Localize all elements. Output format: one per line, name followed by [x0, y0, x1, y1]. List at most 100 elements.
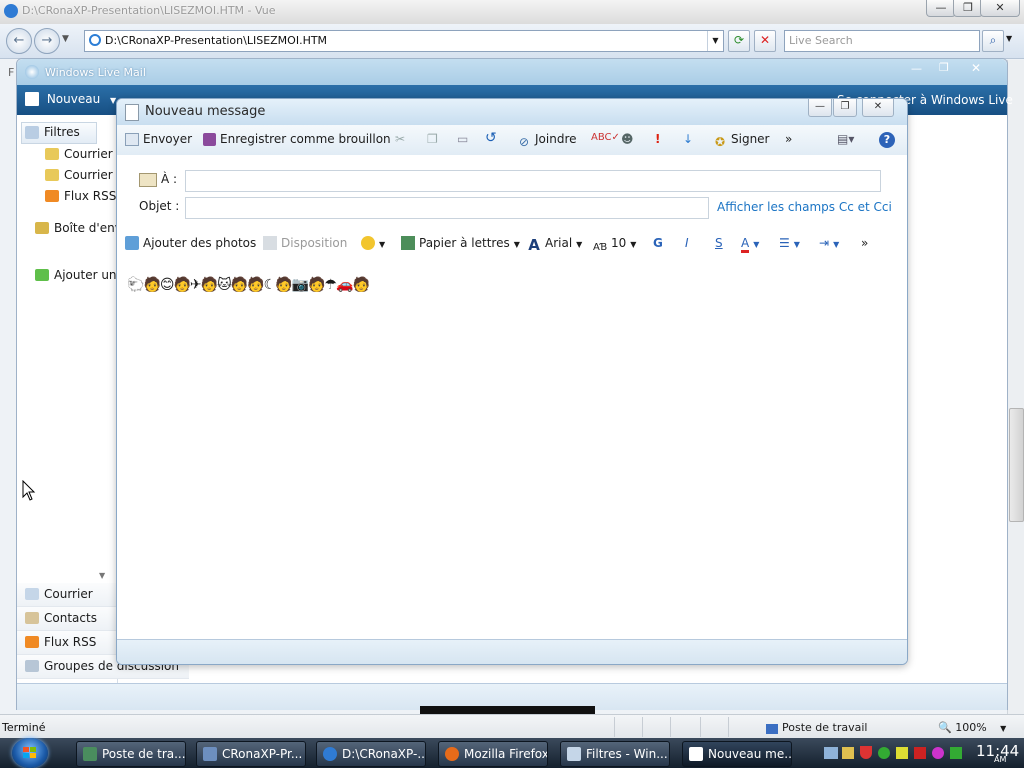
taskbar-item-cronaxp[interactable]: CRonaXP-Pr... — [196, 741, 306, 767]
network-icon[interactable] — [896, 747, 908, 759]
update-icon[interactable] — [878, 747, 890, 759]
umbrella-icon: ☂ — [324, 277, 337, 293]
taskbar-item-filtres[interactable]: Filtres - Win... — [560, 741, 670, 767]
subject-field[interactable] — [185, 197, 716, 219]
message-body[interactable]: 🐑🧑😊🧑✈🧑🐱🧑🧑☾🧑📷🧑☂🚗🧑 — [117, 259, 907, 639]
list-icon: ☰ — [779, 236, 790, 250]
copy-icon[interactable]: ❐ — [427, 132, 438, 146]
ie-title-bar: D:\CRonaXP-Presentation\LISEZMOI.HTM - V… — [0, 0, 1024, 24]
add-account-icon — [35, 269, 49, 281]
stop-icon[interactable]: ✕ — [754, 30, 776, 52]
plane-icon: ✈ — [189, 277, 202, 293]
mouse-cursor-icon — [22, 480, 36, 501]
attach-button[interactable]: ⊘ Joindre — [517, 132, 577, 149]
sign-button[interactable]: ✪ Signer — [713, 132, 770, 149]
add-photos-button[interactable]: Ajouter des photos — [125, 236, 256, 250]
compose-close-button[interactable]: ✕ — [862, 99, 894, 117]
refresh-icon[interactable]: ⟳ — [728, 30, 750, 52]
subject-input[interactable] — [186, 198, 716, 216]
history-dropdown-icon[interactable]: ▼ — [62, 34, 69, 44]
antivirus-icon[interactable] — [860, 746, 872, 759]
search-options-icon[interactable]: ▼ — [1006, 34, 1012, 43]
address-field[interactable]: D:\CRonaXP-Presentation\LISEZMOI.HTM ▼ — [84, 30, 724, 52]
ie-scrollbar[interactable] — [1007, 60, 1024, 714]
undo-icon[interactable]: ↺ — [485, 130, 497, 146]
font-button[interactable]: A Arial ▼ — [527, 236, 582, 253]
send-button[interactable]: Envoyer — [125, 132, 192, 146]
address-dropdown-icon[interactable]: ▼ — [707, 31, 723, 51]
tree-item-flux-rss[interactable]: Flux RSS — [45, 189, 116, 203]
show-cc-bcc-link[interactable]: Afficher les champs Cc et Cci — [717, 200, 892, 214]
font-color-button[interactable]: A ▼ — [741, 236, 759, 253]
smiley-icon — [361, 236, 375, 250]
compose-toolbar: Envoyer Enregistrer comme brouillon ✂ ❐ … — [117, 125, 907, 156]
format-toolbar: Ajouter des photos Disposition ▼ Papier … — [117, 229, 907, 260]
keyboard-icon[interactable] — [824, 747, 838, 759]
stationery-button[interactable]: Papier à lettres ▼ — [401, 236, 520, 250]
address-book-icon[interactable] — [139, 173, 157, 187]
search-icon[interactable]: ⌕ — [982, 30, 1004, 52]
minimize-button[interactable]: — — [926, 0, 956, 17]
underline-button[interactable]: S — [715, 236, 723, 250]
toolbar-overflow-button[interactable]: » — [785, 132, 792, 146]
dropdown-icon: ▼ — [793, 240, 800, 249]
volume-icon[interactable] — [950, 747, 962, 759]
forward-button[interactable]: → — [34, 28, 60, 54]
wlm-minimize-button[interactable]: — — [911, 62, 922, 75]
high-priority-icon[interactable]: ! — [655, 132, 660, 146]
device-icon[interactable] — [914, 747, 926, 759]
to-field[interactable] — [185, 170, 888, 192]
back-button[interactable]: ← — [6, 28, 32, 54]
emoticon-button[interactable]: ▼ — [361, 236, 385, 250]
save-draft-button[interactable]: Enregistrer comme brouillon — [203, 132, 391, 146]
low-priority-icon[interactable]: ↓ — [683, 132, 693, 146]
cut-icon[interactable]: ✂ — [395, 132, 405, 146]
font-size-icon: AƁ — [593, 242, 608, 253]
save-draft-label: Enregistrer comme brouillon — [220, 132, 391, 146]
zoom-level[interactable]: 🔍 100% ▼ — [938, 721, 1006, 734]
help-icon[interactable]: ? — [879, 132, 895, 148]
spellcheck-icon[interactable]: ABC✓ — [591, 132, 620, 143]
wlm-maximize-button[interactable]: ❐ — [939, 61, 949, 74]
paste-icon[interactable]: ▭ — [457, 132, 468, 146]
taskbar-item-nouveau-message[interactable]: Nouveau me... — [682, 741, 792, 767]
compose-minimize-button[interactable]: — — [808, 99, 832, 117]
font-size-label: 10 — [611, 236, 627, 250]
stationery-icon — [401, 236, 415, 250]
font-color-icon: A — [741, 236, 750, 253]
compose-maximize-button[interactable]: ❐ — [833, 99, 857, 117]
filter-icon — [25, 126, 39, 139]
stationery-label: Papier à lettres — [419, 236, 510, 250]
menu-icon[interactable]: ▤▾ — [837, 132, 854, 146]
pane-expand-icon[interactable]: ▼ — [99, 571, 105, 580]
dropdown-icon: ▼ — [513, 240, 520, 249]
status-divider — [700, 717, 701, 737]
italic-button[interactable]: I — [685, 236, 689, 250]
security-icon[interactable] — [842, 747, 854, 759]
maximize-button[interactable]: ❐ — [953, 0, 983, 17]
check-names-icon[interactable]: ☻ — [621, 132, 634, 146]
dropdown-icon: ▼ — [630, 240, 637, 249]
tree-item-filters[interactable]: Filtres — [21, 122, 97, 144]
new-button[interactable]: Nouveau ▼ — [25, 92, 116, 106]
bold-button[interactable]: G — [653, 236, 663, 250]
close-button[interactable]: ✕ — [980, 0, 1020, 17]
messenger-icon[interactable] — [932, 747, 944, 759]
tree-item-courrier-1[interactable]: Courrier i — [45, 147, 120, 161]
paragraph-button[interactable]: ⇥ ▼ — [819, 236, 839, 250]
font-size-button[interactable]: AƁ 10 ▼ — [593, 236, 636, 255]
security-zone[interactable]: Poste de travail — [766, 721, 867, 734]
tree-item-courrier-2[interactable]: Courrier n — [45, 168, 124, 182]
layout-button[interactable]: Disposition — [263, 236, 347, 250]
format-overflow-button[interactable]: » — [861, 236, 868, 250]
wlm-close-button[interactable]: ✕ — [971, 61, 981, 75]
ie-scroll-thumb[interactable] — [1009, 408, 1024, 522]
bullets-button[interactable]: ☰ ▼ — [779, 236, 800, 250]
camera-icon: 📷 — [291, 277, 309, 293]
to-input[interactable] — [186, 171, 888, 189]
search-input[interactable]: Live Search — [784, 30, 980, 52]
taskbar-item-firefox[interactable]: Mozilla Firefox — [438, 741, 548, 767]
person-icon: 🧑 — [143, 277, 160, 293]
taskbar-item-poste[interactable]: Poste de tra... — [76, 741, 186, 767]
taskbar-item-ie[interactable]: D:\CRonaXP-... — [316, 741, 426, 767]
